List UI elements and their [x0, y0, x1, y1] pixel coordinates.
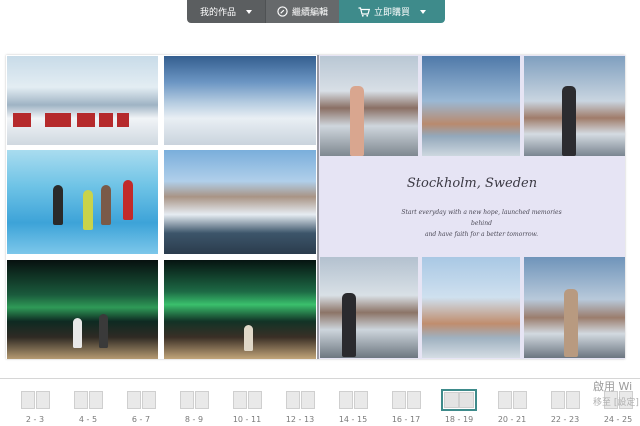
cart-icon — [358, 6, 370, 17]
buy-now-label: 立即購買 — [373, 8, 410, 18]
book-spread-icon — [20, 391, 50, 409]
page-thumbnail[interactable]: 2 - 3 — [15, 389, 55, 425]
photo-northern-lights-2[interactable] — [164, 260, 316, 359]
person-figure — [244, 325, 253, 351]
person-figure — [83, 190, 93, 230]
buy-now-button[interactable]: 立即購買 — [339, 0, 445, 23]
photo-snowy-fishing-village[interactable] — [7, 56, 158, 145]
page-thumbnail[interactable]: 6 - 7 — [121, 389, 161, 425]
person-figure — [101, 185, 111, 225]
red-cabin — [99, 113, 113, 127]
thumbnail-label: 10 - 11 — [232, 415, 262, 424]
person-figure — [99, 314, 108, 348]
chevron-down-icon — [246, 9, 252, 14]
thumbnail-label: 18 - 19 — [444, 415, 474, 424]
page-thumbnail[interactable]: 14 - 15 — [333, 389, 373, 425]
photo-stockholm-woman-canal[interactable] — [524, 257, 625, 358]
book-spread-icon — [550, 391, 580, 409]
page-thumbnail-active[interactable]: 18 - 19 — [439, 389, 479, 425]
thumbnail-label: 12 - 13 — [285, 415, 315, 424]
page-caption[interactable]: Start everyday with a new hope, launched… — [399, 207, 564, 240]
page-thumbnail[interactable]: 4 - 5 — [68, 389, 108, 425]
photo-snowy-bridge[interactable] — [164, 56, 316, 145]
person-figure — [342, 293, 356, 357]
continue-edit-label: 繼續編輯 — [291, 8, 328, 18]
person-figure — [564, 289, 578, 357]
chevron-down-icon[interactable] — [420, 9, 426, 14]
person-figure — [123, 180, 133, 220]
clock-pencil-icon — [277, 6, 288, 17]
top-toolbar: 我的作品 繼續編輯 立即購買 — [187, 0, 445, 23]
book-spread-icon — [285, 391, 315, 409]
red-cabin — [77, 113, 95, 127]
red-cabin — [45, 113, 71, 127]
red-cabin — [13, 113, 31, 127]
my-works-label: 我的作品 — [199, 8, 236, 18]
right-page[interactable]: Stockholm, Sweden Start everyday with a … — [319, 55, 625, 359]
thumbnail-label: 22 - 23 — [550, 415, 580, 424]
book-spread-icon — [338, 391, 368, 409]
page-thumbnail[interactable]: 22 - 23 — [545, 389, 585, 425]
person-figure — [73, 318, 82, 348]
thumbnail-label: 2 - 3 — [25, 415, 45, 424]
page-thumbnail[interactable]: 20 - 21 — [492, 389, 532, 425]
windows-activation-watermark: 啟用 Wi — [593, 380, 633, 393]
photo-northern-lights-1[interactable] — [7, 260, 158, 359]
book-spread-icon — [441, 389, 477, 411]
photo-stockholm-old-town[interactable] — [422, 257, 520, 358]
page-thumbnail-strip: 2 - 3 4 - 5 6 - 7 8 - 9 10 - 11 12 - 13 … — [0, 378, 640, 426]
thumbnail-label: 6 - 7 — [131, 415, 151, 424]
photo-stockholm-man-canal[interactable] — [320, 257, 418, 358]
page-thumbnail[interactable]: 16 - 17 — [386, 389, 426, 425]
thumbnail-label: 8 - 9 — [184, 415, 204, 424]
caption-line: and have faith for a better tomorrow. — [424, 231, 538, 238]
photobook-editor: 我的作品 繼續編輯 立即購買 Stockholm, Sweden Start e… — [0, 0, 640, 426]
person-figure — [53, 185, 63, 225]
page-thumbnail[interactable]: 10 - 11 — [227, 389, 267, 425]
person-figure — [350, 86, 364, 156]
thumbnail-label: 24 - 25 — [603, 415, 633, 424]
book-spread-icon — [232, 391, 262, 409]
thumbnail-label: 4 - 5 — [78, 415, 98, 424]
left-page[interactable] — [6, 55, 317, 359]
book-spread-icon — [126, 391, 156, 409]
my-works-dropdown[interactable]: 我的作品 — [187, 0, 265, 23]
book-spread-icon — [179, 391, 209, 409]
photo-stockholm-woman-railing[interactable] — [320, 56, 418, 156]
photo-ice-hotel-family[interactable] — [7, 150, 158, 254]
book-spread: Stockholm, Sweden Start everyday with a … — [6, 55, 625, 359]
windows-activation-watermark-sub: 移至 [設定] — [593, 398, 639, 408]
red-cabin — [117, 113, 129, 127]
continue-edit-button[interactable]: 繼續編輯 — [265, 0, 339, 23]
book-spread-icon — [391, 391, 421, 409]
book-spread-icon — [497, 391, 527, 409]
page-thumbnail[interactable]: 12 - 13 — [280, 389, 320, 425]
thumbnail-label: 14 - 15 — [338, 415, 368, 424]
caption-line: Start everyday with a new hope, launched… — [401, 209, 562, 227]
photo-stockholm-church[interactable] — [422, 56, 520, 156]
book-spread-icon — [73, 391, 103, 409]
person-figure — [562, 86, 576, 156]
photo-stockholm-man-railing[interactable] — [524, 56, 625, 156]
page-thumbnail[interactable]: 8 - 9 — [174, 389, 214, 425]
thumbnail-label: 16 - 17 — [391, 415, 421, 424]
page-title[interactable]: Stockholm, Sweden — [319, 176, 625, 191]
photo-snow-mountain-village[interactable] — [164, 150, 316, 254]
thumbnail-label: 20 - 21 — [497, 415, 527, 424]
